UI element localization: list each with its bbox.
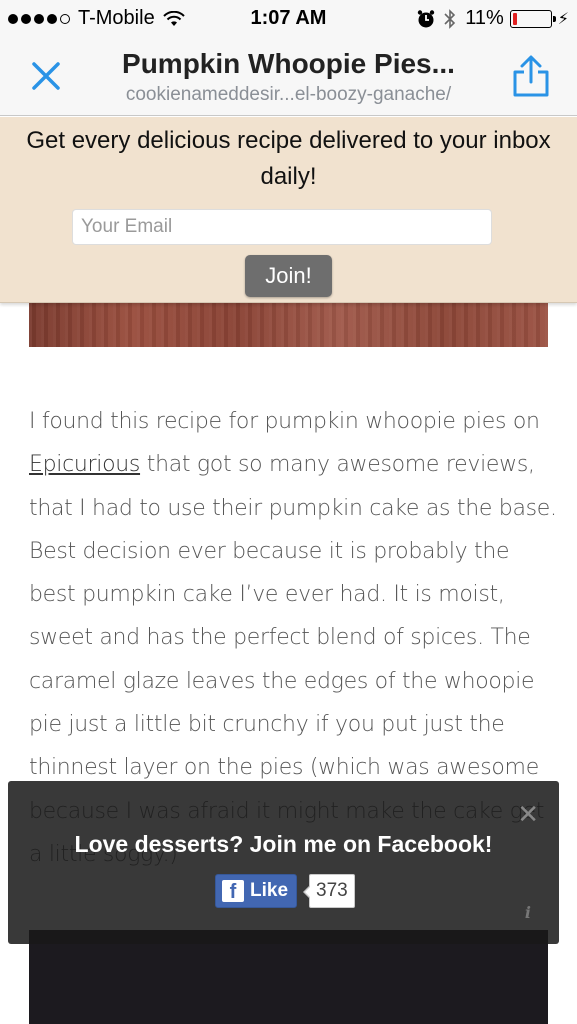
alarm-icon	[418, 9, 435, 27]
status-right: 11% ⚡	[417, 7, 569, 30]
page-url[interactable]: cookienameddesir...el-boozy-ganache/	[80, 84, 497, 106]
like-count: 373	[303, 874, 355, 908]
browser-nav-bar: Pumpkin Whoopie Pies... cookienameddesir…	[0, 38, 577, 116]
charging-bolt-icon: ⚡	[557, 10, 569, 28]
join-button[interactable]: Join!	[245, 255, 332, 297]
article-photo	[29, 930, 548, 1024]
like-label: Like	[250, 880, 289, 901]
status-bar: T-Mobile 1:07 AM 11% ⚡	[0, 0, 577, 38]
share-icon[interactable]	[511, 54, 551, 98]
email-field[interactable]	[72, 209, 492, 245]
close-icon[interactable]: ✕	[517, 801, 539, 827]
facebook-f-icon: f	[222, 880, 244, 903]
info-icon[interactable]: i	[525, 903, 531, 922]
bluetooth-icon	[444, 8, 456, 29]
close-icon[interactable]	[28, 58, 64, 94]
article-text-start: I found this recipe for pumpkin whoopie …	[29, 409, 540, 434]
facebook-popup: ✕ Love desserts? Join me on Facebook! f …	[8, 781, 559, 944]
battery-percent: 11%	[465, 7, 504, 29]
facebook-like-widget: f Like 373	[215, 874, 355, 908]
facebook-like-button[interactable]: f Like	[215, 874, 298, 908]
subscribe-banner: Get every delicious recipe delivered to …	[0, 117, 577, 303]
subscribe-headline: Get every delicious recipe delivered to …	[26, 127, 551, 190]
battery-icon	[509, 9, 556, 28]
facebook-popup-title: Love desserts? Join me on Facebook!	[74, 831, 493, 857]
epicurious-link[interactable]: Epicurious	[29, 452, 140, 477]
page-title: Pumpkin Whoopie Pies...	[122, 48, 455, 79]
battery-fill	[512, 12, 517, 25]
